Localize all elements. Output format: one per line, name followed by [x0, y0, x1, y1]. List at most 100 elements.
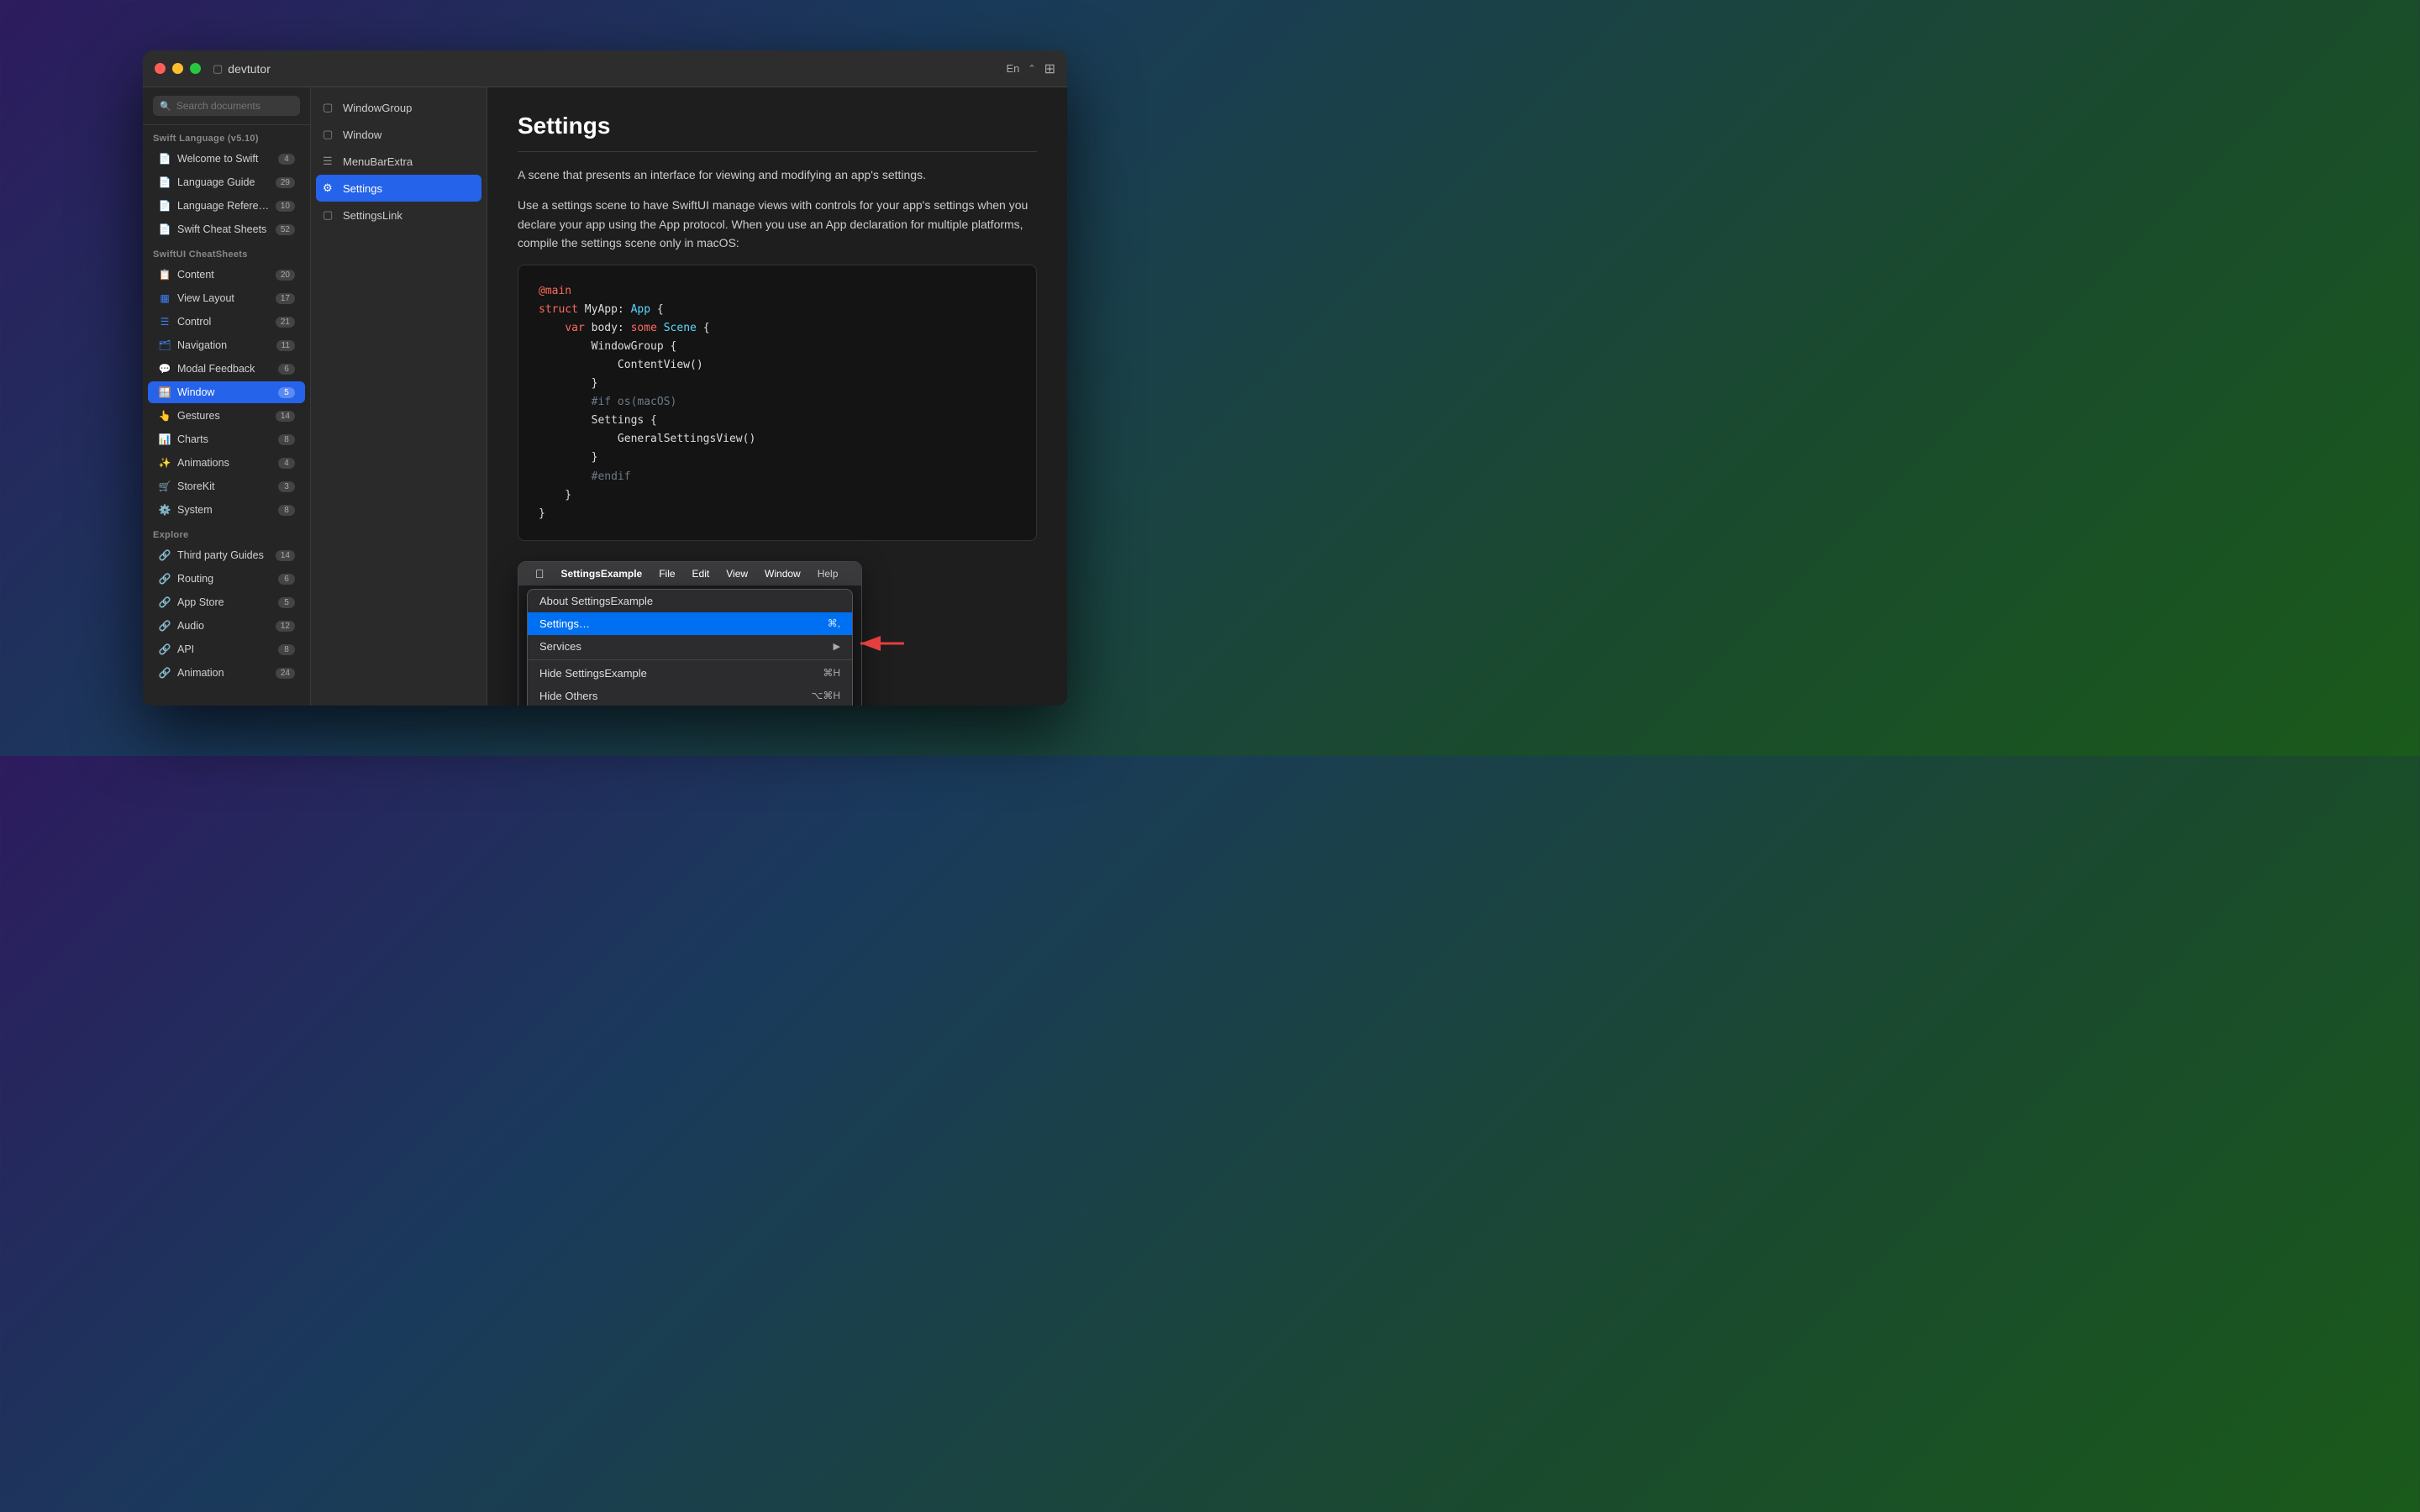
sidebar-item-audio[interactable]: 🔗 Audio 12	[148, 615, 305, 637]
sidebar-item-app-store[interactable]: 🔗 App Store 5	[148, 591, 305, 613]
minimize-button[interactable]	[172, 63, 183, 74]
content-icon: 📋	[158, 268, 171, 281]
charts-icon: 📊	[158, 433, 171, 446]
menu-item-hide[interactable]: Hide SettingsExample ⌘H	[528, 662, 852, 685]
arrow-svg	[854, 627, 913, 660]
sidebar-item-animations[interactable]: ✨ Animations 4	[148, 452, 305, 474]
menu-screenshot-wrap:  SettingsExample File Edit View Window …	[518, 561, 862, 706]
sidebar-item-content[interactable]: 📋 Content 20	[148, 264, 305, 286]
menu-bar-edit[interactable]: Edit	[684, 562, 718, 585]
animation-icon: 🔗	[158, 666, 171, 680]
link-icon: 🔗	[158, 549, 171, 562]
settings-label: Settings…	[539, 617, 590, 630]
close-button[interactable]	[155, 63, 166, 74]
menu-bar-file[interactable]: File	[650, 562, 683, 585]
code-line-1: @main	[539, 282, 1016, 301]
sidebar-item-welcome-to-swift[interactable]: 📄 Welcome to Swift 4	[148, 148, 305, 170]
menu-bar-view[interactable]: View	[718, 562, 756, 585]
menu-bar-window[interactable]: Window	[756, 562, 809, 585]
menu-screenshot:  SettingsExample File Edit View Window …	[518, 561, 862, 706]
sidebar-item-window[interactable]: 🪟 Window 5	[148, 381, 305, 403]
sidebar-item-swift-cheat-sheets[interactable]: 📄 Swift Cheat Sheets 52	[148, 218, 305, 240]
routing-icon: 🔗	[158, 572, 171, 585]
section-swiftui-cheatsheets-label: SwiftUI CheatSheets	[143, 241, 310, 263]
code-line-5: ContentView()	[539, 356, 1016, 375]
content-pane: Settings A scene that presents an interf…	[487, 87, 1067, 706]
search-bar: 🔍	[143, 87, 310, 125]
menu-item-services[interactable]: Services ▶	[528, 635, 852, 658]
doc-icon: 📄	[158, 152, 171, 165]
code-block: @main struct MyApp: App { var body: some…	[518, 265, 1037, 541]
control-icon: ☰	[158, 315, 171, 328]
menu-item-settings[interactable]: Settings… ⌘,	[528, 612, 852, 635]
sidebar-item-navigation[interactable]: 🗂 Navigation 11	[148, 334, 305, 356]
middle-item-window-group[interactable]: ▢ WindowGroup	[311, 94, 487, 121]
menu-bar:  SettingsExample File Edit View Window …	[518, 562, 861, 585]
traffic-lights	[155, 63, 201, 74]
code-line-7: #if os(macOS)	[539, 393, 1016, 412]
system-icon: ⚙️	[158, 503, 171, 517]
sidebar-item-api[interactable]: 🔗 API 8	[148, 638, 305, 660]
page-title: Settings	[518, 113, 1037, 152]
sidebar-item-control[interactable]: ☰ Control 21	[148, 311, 305, 333]
code-line-2: struct MyApp: App {	[539, 301, 1016, 319]
language-selector[interactable]: En	[1006, 62, 1019, 75]
sidebar-item-storekit[interactable]: 🛒 StoreKit 3	[148, 475, 305, 497]
grid-icon[interactable]: ⊞	[1044, 60, 1055, 77]
audio-icon: 🔗	[158, 619, 171, 633]
sidebar-item-routing[interactable]: 🔗 Routing 6	[148, 568, 305, 590]
code-line-10: }	[539, 449, 1016, 467]
fullscreen-button[interactable]	[190, 63, 201, 74]
chevron-up-down-icon: ⌃	[1028, 63, 1035, 74]
red-arrow	[854, 627, 913, 664]
search-input[interactable]	[176, 100, 293, 112]
doc-icon: 📄	[158, 176, 171, 189]
modal-icon: 💬	[158, 362, 171, 375]
appstore-icon: 🔗	[158, 596, 171, 609]
middle-pane: ▢ WindowGroup ▢ Window ☰ MenuBarExtra ⚙ …	[311, 87, 487, 706]
doc-icon: 📄	[158, 199, 171, 213]
api-icon: 🔗	[158, 643, 171, 656]
settings-link-icon: ▢	[323, 208, 336, 222]
content-desc-2: Use a settings scene to have SwiftUI man…	[518, 196, 1037, 252]
sidebar-item-system[interactable]: ⚙️ System 8	[148, 499, 305, 521]
titlebar-controls: En ⌃ ⊞	[1006, 60, 1055, 77]
sidebar-item-modal-feedback[interactable]: 💬 Modal Feedback 6	[148, 358, 305, 380]
sidebar: 🔍 Swift Language (v5.10) 📄 Welcome to Sw…	[143, 87, 311, 706]
sidebar-item-charts[interactable]: 📊 Charts 8	[148, 428, 305, 450]
middle-item-settings[interactable]: ⚙ Settings	[316, 175, 481, 202]
sidebar-item-gestures[interactable]: 👆 Gestures 14	[148, 405, 305, 427]
code-line-4: WindowGroup {	[539, 338, 1016, 356]
section-swift-language-label: Swift Language (v5.10)	[143, 125, 310, 147]
middle-item-menu-bar-extra[interactable]: ☰ MenuBarExtra	[311, 148, 487, 175]
sidebar-item-animation[interactable]: 🔗 Animation 24	[148, 662, 305, 684]
sidebar-item-language-guide[interactable]: 📄 Language Guide 29	[148, 171, 305, 193]
search-input-wrap[interactable]: 🔍	[153, 96, 300, 116]
menu-item-about[interactable]: About SettingsExample	[528, 590, 852, 612]
menu-divider-1	[528, 659, 852, 660]
view-layout-icon: ▦	[158, 291, 171, 305]
menu-bar-help[interactable]: Help	[809, 562, 847, 585]
middle-item-settings-link[interactable]: ▢ SettingsLink	[311, 202, 487, 228]
about-label: About SettingsExample	[539, 595, 653, 607]
gestures-icon: 👆	[158, 409, 171, 423]
app-window: ▢ devtutor En ⌃ ⊞ 🔍 Swift Language (v5.1…	[143, 50, 1067, 706]
code-line-9: GeneralSettingsView()	[539, 430, 1016, 449]
code-line-11: #endif	[539, 468, 1016, 486]
menu-item-hide-others[interactable]: Hide Others ⌥⌘H	[528, 685, 852, 706]
main-content: 🔍 Swift Language (v5.10) 📄 Welcome to Sw…	[143, 87, 1067, 706]
code-line-12: }	[539, 486, 1016, 505]
doc-icon: 📄	[158, 223, 171, 236]
window-group-icon: ▢	[323, 101, 336, 114]
menu-bar-app-name[interactable]: SettingsExample	[553, 562, 651, 585]
sidebar-item-view-layout[interactable]: ▦ View Layout 17	[148, 287, 305, 309]
middle-item-window[interactable]: ▢ Window	[311, 121, 487, 148]
code-line-8: Settings {	[539, 412, 1016, 430]
window-sidebar-icon: 🪟	[158, 386, 171, 399]
window-title: devtutor	[228, 62, 271, 76]
window-icon2: ▢	[323, 128, 336, 141]
content-desc-1: A scene that presents an interface for v…	[518, 165, 1037, 184]
code-line-3: var body: some Scene {	[539, 319, 1016, 338]
sidebar-item-third-party-guides[interactable]: 🔗 Third party Guides 14	[148, 544, 305, 566]
sidebar-item-language-reference[interactable]: 📄 Language Refere… 10	[148, 195, 305, 217]
